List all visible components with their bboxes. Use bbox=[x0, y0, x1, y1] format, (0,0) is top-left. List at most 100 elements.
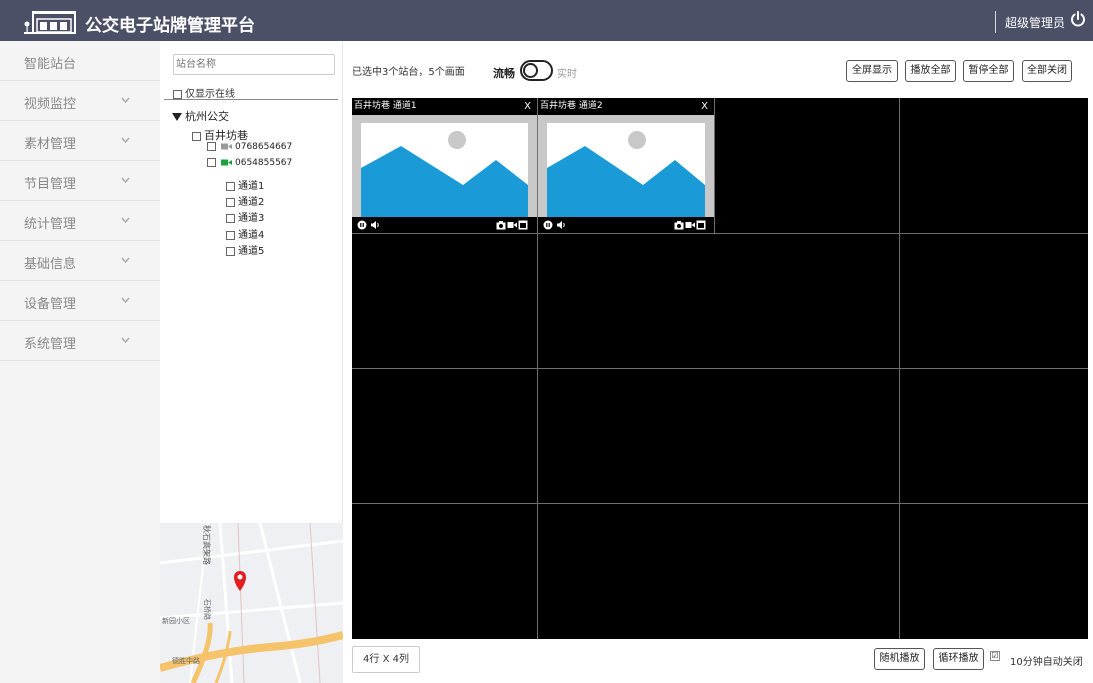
tree-node-channel[interactable]: 通道1 bbox=[226, 177, 264, 192]
grid-line bbox=[352, 503, 1088, 504]
sidebar-item-label: 素材管理 bbox=[24, 137, 77, 152]
sidebar-item-basic-info[interactable]: 基础信息 bbox=[0, 241, 160, 281]
station-label: 百井坊巷 bbox=[204, 129, 248, 142]
tree-node-root[interactable]: 杭州公交 bbox=[172, 108, 229, 124]
video-control-bar bbox=[352, 217, 537, 233]
tree-node-device[interactable]: 0654855567 bbox=[207, 158, 292, 168]
channel-checkbox[interactable] bbox=[226, 230, 235, 240]
channel-checkbox[interactable] bbox=[226, 213, 235, 223]
device-checkbox[interactable] bbox=[207, 142, 216, 151]
channel-checkbox[interactable] bbox=[226, 181, 235, 191]
map-road-label: 石桥路 bbox=[203, 599, 212, 620]
pause-icon[interactable] bbox=[543, 220, 553, 230]
auto-close-checkbox[interactable]: ☑ bbox=[990, 651, 1000, 661]
chevron-down-icon bbox=[121, 257, 130, 263]
snapshot-icon[interactable] bbox=[496, 220, 506, 230]
sidebar-item-material[interactable]: 素材管理 bbox=[0, 121, 160, 161]
video-close-button[interactable]: X bbox=[524, 98, 531, 115]
tree-node-station[interactable]: 百井坊巷 bbox=[192, 127, 248, 143]
caret-down-icon[interactable] bbox=[172, 113, 182, 121]
tree-root-label: 杭州公交 bbox=[185, 110, 229, 123]
sidebar-item-label: 设备管理 bbox=[24, 297, 77, 312]
tree-node-channel[interactable]: 通道5 bbox=[226, 242, 264, 257]
channel-label: 通道2 bbox=[238, 197, 265, 208]
fullscreen-icon[interactable] bbox=[696, 220, 706, 230]
grid-line bbox=[352, 368, 1088, 369]
video-title-bar: 百井坊巷 通道1 X bbox=[352, 98, 537, 115]
volume-icon[interactable] bbox=[556, 220, 566, 230]
play-all-button[interactable]: 播放全部 bbox=[905, 60, 956, 82]
sidebar-item-smart-station[interactable]: 智能站台 bbox=[0, 41, 160, 81]
chevron-down-icon bbox=[121, 217, 130, 223]
video-frame bbox=[352, 115, 537, 217]
map-canvas: 秋石高架路 石桥路 新园小区 德胜中路 bbox=[160, 523, 343, 683]
user-name[interactable]: 超级管理员 bbox=[1005, 14, 1065, 31]
map-road-label: 德胜中路 bbox=[172, 656, 200, 665]
online-only-filter[interactable]: 仅显示在线 bbox=[173, 85, 235, 100]
grid-layout-select[interactable]: 4行 X 4列 bbox=[352, 646, 420, 673]
app-title: 公交电子站牌管理平台 bbox=[85, 16, 255, 36]
bus-stop-logo-icon bbox=[24, 11, 76, 34]
image-placeholder-icon bbox=[547, 123, 705, 217]
channel-label: 通道4 bbox=[238, 230, 265, 241]
chevron-down-icon bbox=[121, 337, 130, 343]
sidebar-nav: 智能站台 视频监控 素材管理 节目管理 统计管理 基础信息 设备管理 系统管理 bbox=[0, 41, 160, 683]
chevron-down-icon bbox=[121, 297, 130, 303]
station-map[interactable]: 秋石高架路 石桥路 新园小区 德胜中路 bbox=[160, 523, 343, 683]
toggle-knob bbox=[523, 63, 538, 78]
video-cell-1[interactable]: 百井坊巷 通道1 X bbox=[352, 98, 537, 233]
stream-mode-label: 流畅 bbox=[493, 67, 515, 80]
sidebar-item-system[interactable]: 系统管理 bbox=[0, 321, 160, 361]
record-icon[interactable] bbox=[685, 220, 695, 230]
video-frame bbox=[538, 115, 714, 217]
sidebar-item-video-monitor[interactable]: 视频监控 bbox=[0, 81, 160, 121]
realtime-mode-label: 实时 bbox=[557, 69, 577, 80]
chevron-down-icon bbox=[121, 97, 130, 103]
camera-offline-icon bbox=[221, 143, 232, 150]
record-icon[interactable] bbox=[507, 220, 517, 230]
channel-checkbox[interactable] bbox=[226, 246, 235, 256]
online-only-checkbox[interactable] bbox=[173, 89, 182, 99]
sidebar-item-device[interactable]: 设备管理 bbox=[0, 281, 160, 321]
fullscreen-button[interactable]: 全屏显示 bbox=[846, 60, 898, 82]
station-tree-panel: 仅显示在线 杭州公交 百井坊巷 0768654667 0654855567 通道… bbox=[160, 41, 343, 683]
video-control-bar bbox=[538, 217, 714, 233]
station-search-input[interactable] bbox=[173, 54, 335, 75]
chevron-down-icon bbox=[121, 137, 130, 143]
pause-icon[interactable] bbox=[357, 220, 367, 230]
tree-node-channel[interactable]: 通道4 bbox=[226, 226, 264, 241]
volume-icon[interactable] bbox=[370, 220, 380, 230]
sidebar-item-label: 统计管理 bbox=[24, 217, 77, 232]
video-cell-2[interactable]: 百井坊巷 通道2 X bbox=[538, 98, 714, 233]
power-icon[interactable] bbox=[1070, 11, 1086, 27]
sidebar-item-statistics[interactable]: 统计管理 bbox=[0, 201, 160, 241]
map-area-label: 新园小区 bbox=[162, 616, 190, 625]
stream-mode-toggle[interactable] bbox=[520, 60, 553, 81]
video-title: 百井坊巷 通道1 bbox=[354, 101, 417, 111]
camera-online-icon bbox=[221, 159, 232, 166]
sidebar-item-label: 节目管理 bbox=[24, 177, 77, 192]
video-grid: 百井坊巷 通道1 X 百井坊巷 通道2 X bbox=[352, 98, 1088, 639]
sidebar-item-label: 基础信息 bbox=[24, 257, 77, 272]
loop-play-button[interactable]: 循环播放 bbox=[933, 648, 984, 670]
channel-label: 通道3 bbox=[238, 213, 265, 224]
header-divider bbox=[995, 11, 996, 33]
snapshot-icon[interactable] bbox=[674, 220, 684, 230]
channel-checkbox[interactable] bbox=[226, 197, 235, 207]
tree-node-device[interactable]: 0768654667 bbox=[207, 142, 292, 152]
sidebar-item-program[interactable]: 节目管理 bbox=[0, 161, 160, 201]
video-title-bar: 百井坊巷 通道2 X bbox=[538, 98, 714, 115]
grid-line bbox=[714, 98, 715, 233]
fullscreen-icon[interactable] bbox=[518, 220, 528, 230]
device-checkbox[interactable] bbox=[207, 158, 216, 167]
station-checkbox[interactable] bbox=[192, 131, 201, 141]
map-road-label: 秋石高架路 bbox=[202, 525, 212, 565]
tree-node-channel[interactable]: 通道2 bbox=[226, 193, 264, 208]
pause-all-button[interactable]: 暂停全部 bbox=[963, 60, 1014, 82]
random-play-button[interactable]: 随机播放 bbox=[874, 648, 925, 670]
tree-divider bbox=[164, 99, 338, 100]
tree-node-channel[interactable]: 通道3 bbox=[226, 209, 264, 224]
video-close-button[interactable]: X bbox=[701, 98, 708, 115]
device-id: 0654855567 bbox=[235, 158, 293, 168]
close-all-button[interactable]: 全部关闭 bbox=[1022, 60, 1072, 82]
